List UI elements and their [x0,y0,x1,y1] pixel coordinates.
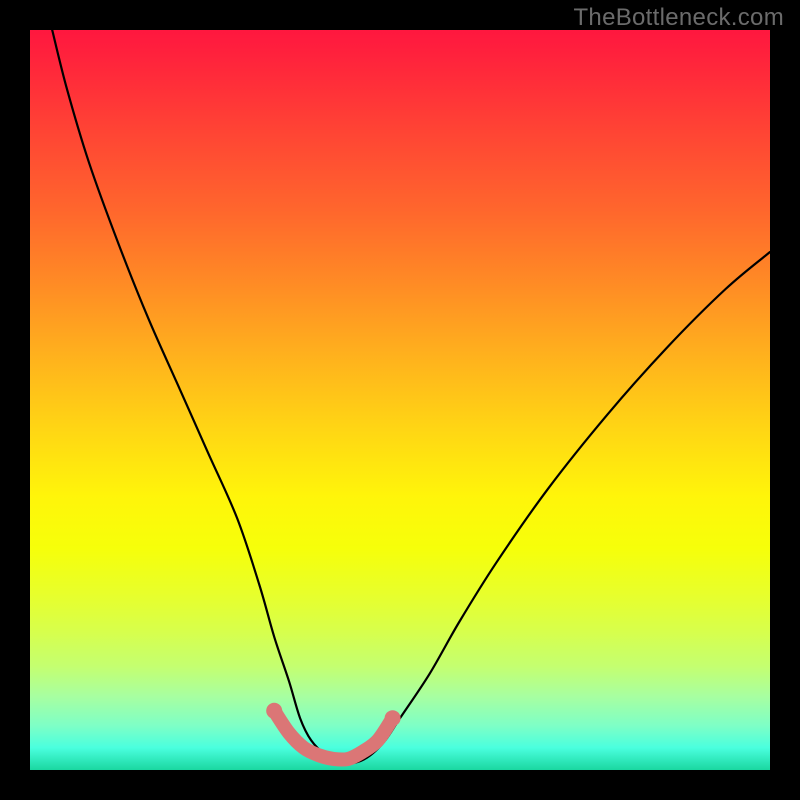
highlight-dot [266,703,282,719]
bottleneck-curve [52,30,770,764]
highlight-dot [385,710,401,726]
watermark-label: TheBottleneck.com [573,4,784,32]
chart-stage: TheBottleneck.com [0,0,800,800]
plot-area [30,30,770,770]
curve-layer [30,30,770,770]
